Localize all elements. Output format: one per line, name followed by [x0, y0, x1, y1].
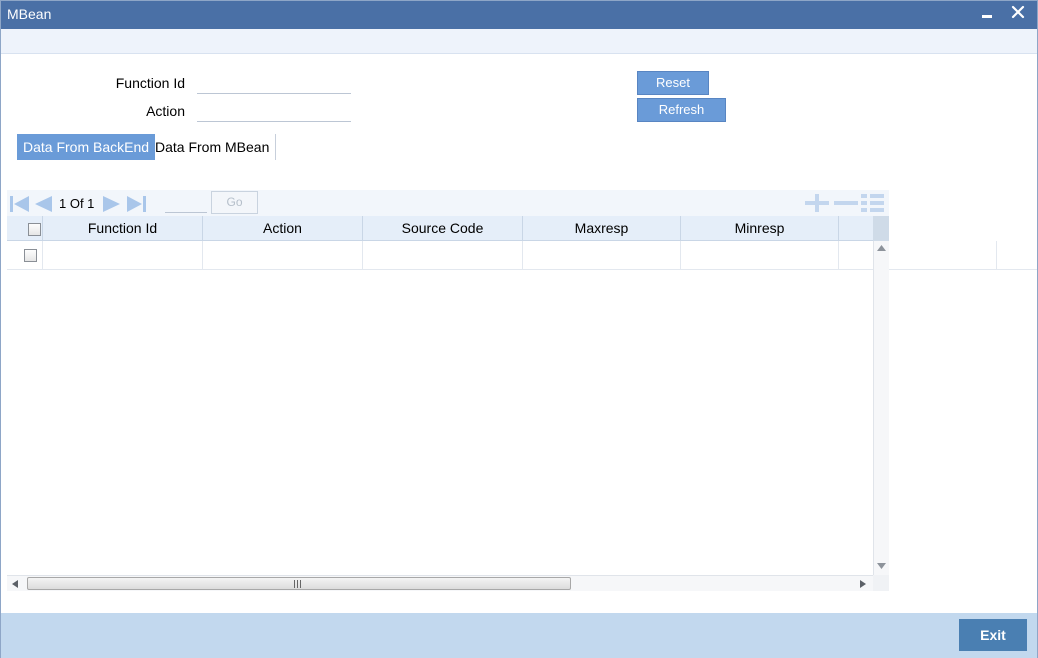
- reset-button[interactable]: Reset: [637, 71, 709, 95]
- cell-extra[interactable]: [839, 241, 997, 270]
- column-header-action[interactable]: Action: [203, 216, 363, 241]
- action-input[interactable]: [197, 100, 351, 122]
- tab-data-from-mbean[interactable]: Data From MBean: [149, 134, 277, 160]
- tab-data-from-backend[interactable]: Data From BackEnd: [17, 134, 156, 160]
- column-header-source-code[interactable]: Source Code: [363, 216, 523, 241]
- add-row-icon[interactable]: [804, 194, 830, 212]
- refresh-button[interactable]: Refresh: [637, 98, 726, 122]
- scroll-corner: [873, 575, 889, 591]
- exit-button[interactable]: Exit: [959, 619, 1027, 651]
- title-bar: MBean: [1, 1, 1037, 29]
- select-all-checkbox[interactable]: [28, 223, 41, 236]
- next-page-icon[interactable]: [101, 195, 123, 213]
- mbean-window: MBean Function Id Action Reset Refresh D…: [0, 0, 1038, 658]
- scroll-right-icon[interactable]: [860, 580, 866, 588]
- cell-minresp[interactable]: [681, 241, 839, 270]
- grip-icon: [294, 580, 301, 588]
- action-label: Action: [146, 103, 185, 119]
- page-info: 1 Of 1: [59, 196, 95, 211]
- grid-header-filler: [873, 216, 889, 241]
- first-page-icon[interactable]: [9, 195, 31, 213]
- window-title: MBean: [7, 6, 52, 22]
- cell-action[interactable]: [203, 241, 363, 270]
- column-header-minresp[interactable]: Minresp: [681, 216, 839, 241]
- function-id-label: Function Id: [115, 75, 185, 91]
- column-header-function-id[interactable]: Function Id: [43, 216, 203, 241]
- grid-header: Function Id Action Source Code Maxresp M…: [7, 216, 873, 241]
- previous-page-icon[interactable]: [32, 195, 54, 213]
- row-select-cell: [7, 241, 43, 270]
- last-page-icon[interactable]: [125, 195, 147, 213]
- cell-function-id[interactable]: [43, 241, 203, 270]
- single-view-icon[interactable]: [860, 194, 886, 212]
- cell-maxresp[interactable]: [523, 241, 681, 270]
- horizontal-scroll-thumb[interactable]: [27, 577, 571, 590]
- minimize-icon: [982, 15, 992, 18]
- function-id-input[interactable]: [197, 72, 351, 94]
- delete-row-icon[interactable]: [833, 194, 859, 212]
- page-number-input[interactable]: [165, 192, 207, 213]
- minimize-button[interactable]: [977, 3, 999, 25]
- vertical-scrollbar[interactable]: [873, 241, 889, 575]
- go-button[interactable]: Go: [211, 191, 258, 214]
- row-checkbox[interactable]: [24, 249, 37, 262]
- close-icon: [1011, 5, 1025, 19]
- grid-toolbar: 1 Of 1 Go: [7, 190, 889, 216]
- close-button[interactable]: [1007, 3, 1029, 25]
- toolbar-band: [1, 29, 1037, 54]
- footer-bar: Exit: [1, 613, 1037, 658]
- column-header-maxresp[interactable]: Maxresp: [523, 216, 681, 241]
- scroll-left-icon[interactable]: [12, 580, 18, 588]
- select-all-cell: [7, 216, 43, 241]
- cell-source-code[interactable]: [363, 241, 523, 270]
- scroll-up-icon[interactable]: [877, 245, 886, 251]
- horizontal-scrollbar[interactable]: [7, 575, 873, 591]
- scroll-down-icon[interactable]: [877, 563, 886, 569]
